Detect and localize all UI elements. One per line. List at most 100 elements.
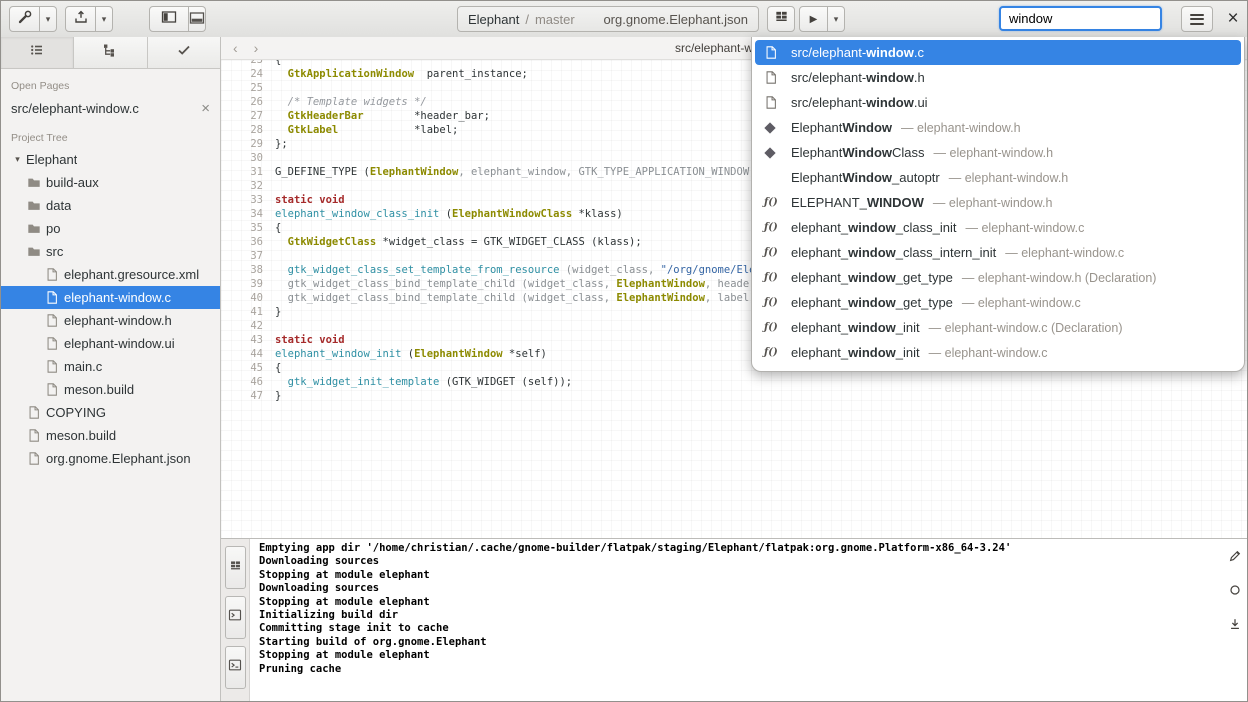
- toggle-bottom-panel-button[interactable]: [189, 6, 206, 32]
- tree-item-po[interactable]: po: [1, 217, 220, 240]
- code-line[interactable]: 46 gtk_widget_init_template (GTK_WIDGET …: [221, 375, 1247, 389]
- tree-item-elephant-window.c[interactable]: elephant-window.c: [1, 286, 220, 309]
- tree-item-Elephant[interactable]: ▾Elephant: [1, 148, 220, 171]
- tree-item-label: data: [46, 198, 71, 213]
- download-icon[interactable]: [1228, 617, 1242, 636]
- result-detail: — elephant-window.c: [929, 346, 1048, 360]
- forward-icon[interactable]: ›: [254, 40, 259, 56]
- tree-item-label: src: [46, 244, 63, 259]
- line-number: 27: [221, 109, 275, 123]
- tool-button[interactable]: [9, 6, 40, 32]
- tree-item-build-aux[interactable]: build-aux: [1, 171, 220, 194]
- line-content: };: [275, 137, 288, 151]
- log-line: Stopping at module elephant: [259, 596, 1221, 609]
- search-result-item[interactable]: ElephantWindow— elephant-window.h: [755, 115, 1241, 140]
- log-tools: [1228, 549, 1242, 636]
- build-target-label: org.gnome.Elephant.json: [603, 12, 748, 27]
- search-result-item[interactable]: ƒ()elephant_window_get_type— elephant-wi…: [755, 290, 1241, 315]
- search-result-item[interactable]: ƒ()ELEPHANT_WINDOW— elephant-window.h: [755, 190, 1241, 215]
- build-log[interactable]: Emptying app dir '/home/christian/.cache…: [250, 539, 1247, 701]
- export-dropdown-button[interactable]: ▾: [96, 6, 113, 32]
- tree-item-label: po: [46, 221, 60, 236]
- window-close-button[interactable]: ×: [1219, 5, 1247, 32]
- run-button[interactable]: ▶: [799, 6, 828, 32]
- search-result-item[interactable]: ƒ()elephant_window_get_type— elephant-wi…: [755, 265, 1241, 290]
- menu-button[interactable]: [1181, 6, 1213, 32]
- tree-item-src[interactable]: src: [1, 240, 220, 263]
- expander-icon[interactable]: ▾: [9, 154, 26, 165]
- open-page-item[interactable]: src/elephant-window.c ×: [1, 96, 220, 121]
- function-icon: ƒ(): [764, 347, 791, 358]
- tree-item-elephant-window.h[interactable]: elephant-window.h: [1, 309, 220, 332]
- tree-item-main.c[interactable]: main.c: [1, 355, 220, 378]
- build-output-tab[interactable]: [225, 546, 246, 589]
- export-button[interactable]: [65, 6, 96, 32]
- line-content: /* Template widgets */: [275, 95, 427, 109]
- panel-toggle-group: [149, 6, 206, 32]
- search-result-item[interactable]: src/elephant-window.c: [755, 40, 1241, 65]
- log-line: Emptying app dir '/home/christian/.cache…: [259, 542, 1221, 555]
- log-line: Starting build of org.gnome.Elephant: [259, 636, 1221, 649]
- function-icon: ƒ(): [764, 322, 791, 333]
- tree-item-meson.build[interactable]: meson.build: [1, 378, 220, 401]
- build-pipeline-button[interactable]: [767, 6, 795, 32]
- tree-item-data[interactable]: data: [1, 194, 220, 217]
- tree-item-label: elephant-window.c: [64, 290, 171, 305]
- result-label: ElephantWindowClass: [791, 145, 925, 160]
- line-number: 29: [221, 137, 275, 151]
- tree-item-meson.build[interactable]: meson.build: [1, 424, 220, 447]
- tree-item-elephant.gresource.xml[interactable]: elephant.gresource.xml: [1, 263, 220, 286]
- nav-buttons: ‹ ›: [233, 37, 258, 59]
- tree-item-org.gnome.Elephant.json[interactable]: org.gnome.Elephant.json: [1, 447, 220, 470]
- search-result-item[interactable]: ƒ()elephant_window_init— elephant-window…: [755, 315, 1241, 340]
- tool-dropdown-button[interactable]: ▾: [40, 6, 57, 32]
- breadcrumb-project: Elephant: [468, 12, 519, 27]
- search-result-item[interactable]: ƒ()elephant_window_class_init— elephant-…: [755, 215, 1241, 240]
- search-result-item[interactable]: ElephantWindowClass— elephant-window.h: [755, 140, 1241, 165]
- class-icon: [764, 149, 791, 157]
- sidebar-tab-checks[interactable]: [148, 37, 220, 68]
- runtime-terminal-tab[interactable]: [225, 646, 246, 689]
- toggle-left-panel-button[interactable]: [149, 6, 189, 32]
- sidebar-tab-tree[interactable]: [74, 37, 147, 68]
- log-line: Downloading sources: [259, 582, 1221, 595]
- terminal-tab[interactable]: [225, 596, 246, 639]
- close-icon: ×: [1227, 8, 1238, 30]
- search-result-item[interactable]: ƒ()elephant_window_init— elephant-window…: [755, 340, 1241, 365]
- line-number: 42: [221, 319, 275, 333]
- code-line[interactable]: 47}: [221, 389, 1247, 403]
- file-icon: [45, 313, 64, 328]
- file-icon: [764, 70, 791, 85]
- gnome-builder-window: ▾ ▾ Elephant /: [0, 0, 1248, 702]
- tree-item-label: org.gnome.Elephant.json: [46, 451, 191, 466]
- tree-item-label: meson.build: [64, 382, 134, 397]
- record-circle-icon[interactable]: [1228, 583, 1242, 602]
- omnibar[interactable]: Elephant / master org.gnome.Elephant.jso…: [457, 6, 759, 32]
- tree-item-label: COPYING: [46, 405, 106, 420]
- result-label: elephant_window_class_init: [791, 220, 957, 235]
- tool-menu-split-button: ▾: [9, 6, 57, 32]
- log-line: Stopping at module elephant: [259, 649, 1221, 662]
- pen-icon[interactable]: [1228, 549, 1242, 568]
- result-label: src/elephant-window.c: [791, 45, 924, 60]
- back-icon[interactable]: ‹: [233, 40, 238, 56]
- sidebar-tab-pages[interactable]: [1, 37, 74, 68]
- line-number: 39: [221, 277, 275, 291]
- line-content: elephant_window_class_init (ElephantWind…: [275, 207, 623, 221]
- class-icon: [764, 124, 791, 132]
- tree-item-label: elephant-window.h: [64, 313, 172, 328]
- result-label: ElephantWindow: [791, 120, 892, 135]
- search-input[interactable]: [999, 6, 1162, 31]
- project-tree-heading: Project Tree: [1, 121, 220, 148]
- search-result-item[interactable]: ƒ()elephant_window_class_intern_init— el…: [755, 240, 1241, 265]
- search-result-item[interactable]: src/elephant-window.ui: [755, 90, 1241, 115]
- result-detail: — elephant-window.c: [966, 221, 1085, 235]
- search-result-item[interactable]: ElephantWindow_autoptr— elephant-window.…: [755, 165, 1241, 190]
- chevron-down-icon: ▾: [102, 14, 107, 25]
- tree-item-COPYING[interactable]: COPYING: [1, 401, 220, 424]
- tree-item-elephant-window.ui[interactable]: elephant-window.ui: [1, 332, 220, 355]
- search-result-item[interactable]: src/elephant-window.h: [755, 65, 1241, 90]
- close-page-icon[interactable]: ×: [201, 101, 210, 116]
- build-output-icon: [229, 559, 242, 577]
- run-dropdown-button[interactable]: ▾: [828, 6, 845, 32]
